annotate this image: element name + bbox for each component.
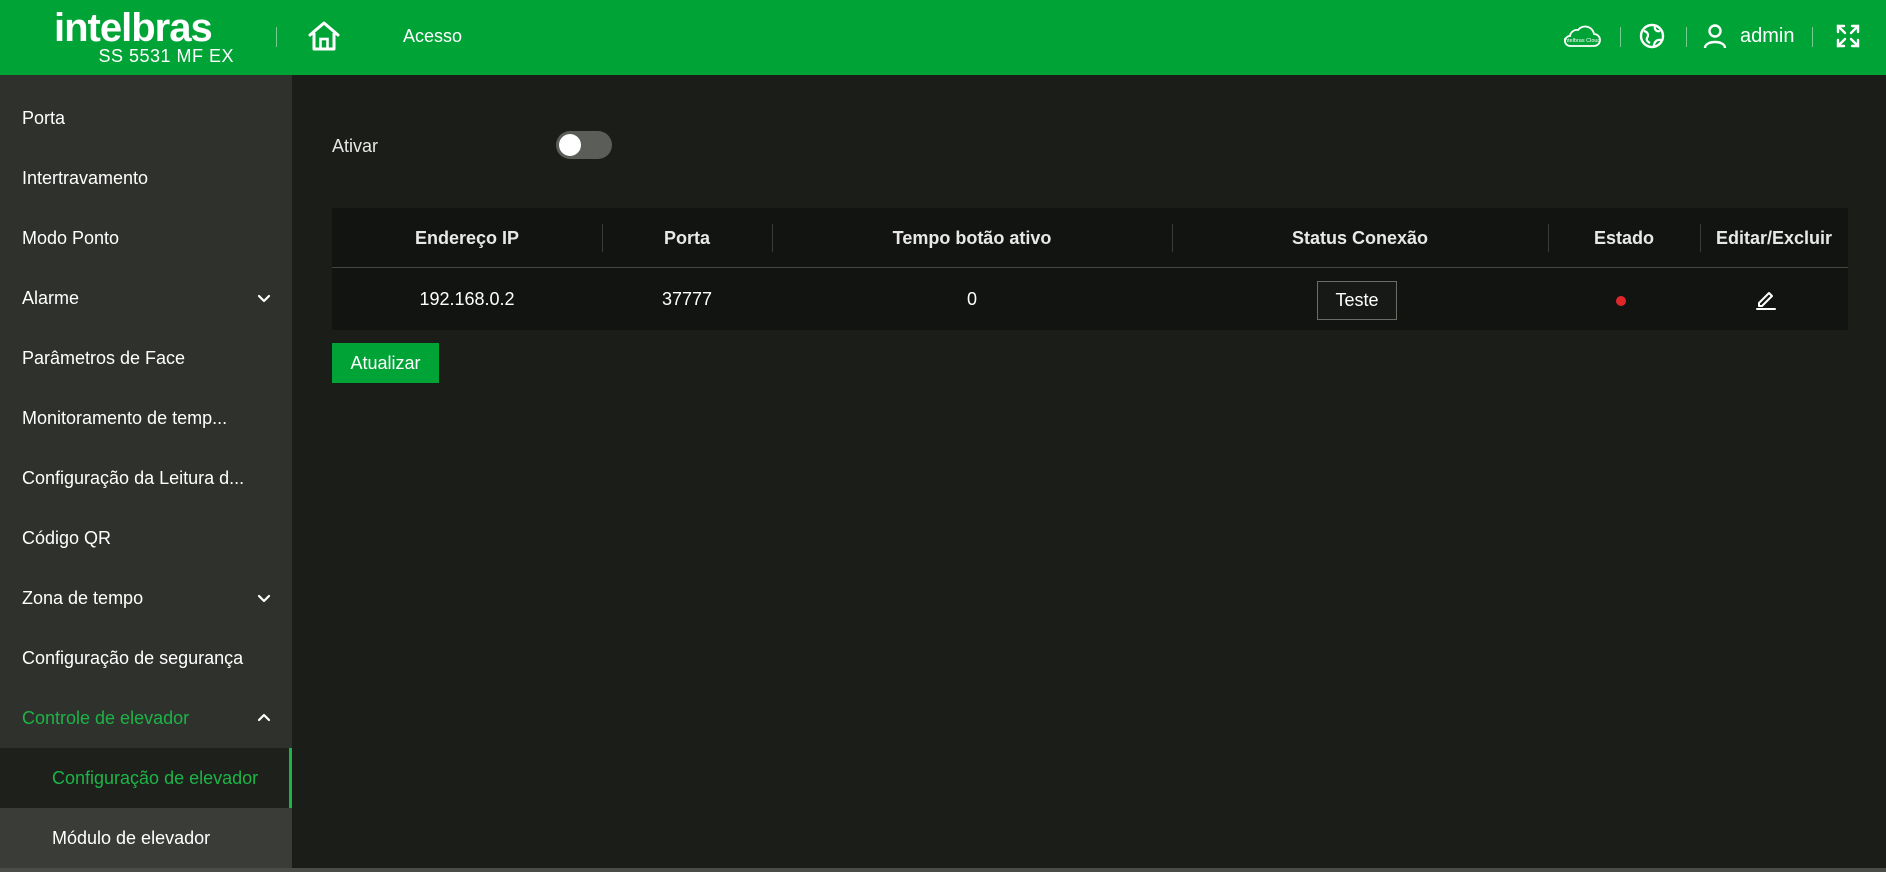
- sidebar-item-label: Configuração de segurança: [22, 648, 244, 668]
- top-header: intelbras SS 5531 MF EX Acesso Intelbras…: [0, 0, 1886, 75]
- column-header-estado: Estado: [1593, 228, 1654, 248]
- header-divider: [1686, 27, 1687, 47]
- teste-button[interactable]: Teste: [1317, 281, 1397, 320]
- column-header-editar-excluir: Editar/Excluir: [1715, 228, 1833, 248]
- sidebar-item-label: Parâmetros de Face: [22, 348, 186, 368]
- estado-status-dot: [1616, 296, 1626, 306]
- column-header-porta: Porta: [663, 228, 710, 248]
- atualizar-button[interactable]: Atualizar: [332, 343, 439, 383]
- edit-pencil-icon: [1756, 292, 1776, 310]
- sidebar-item-intertravamento[interactable]: Intertravamento: [0, 148, 292, 208]
- nav-acesso[interactable]: Acesso: [403, 24, 462, 48]
- header-divider: [276, 27, 277, 47]
- chevron-down-icon: [257, 594, 271, 603]
- sidebar: Porta Intertravamento Modo Ponto Alarme …: [0, 75, 292, 868]
- sidebar-item-label: Modo Ponto: [22, 228, 120, 248]
- bottom-scrollbar: [0, 868, 1886, 872]
- cloud-icon: Intelbras Cloud: [1564, 25, 1601, 47]
- sidebar-item-label: Intertravamento: [22, 168, 149, 188]
- sidebar-item-label: Porta: [22, 108, 66, 128]
- cell-tempo-botao-ativo: 0: [966, 289, 977, 309]
- table-header: Endereço IP Porta Tempo botão ativo Stat…: [332, 208, 1848, 268]
- user-icon: [1703, 24, 1727, 49]
- brand: intelbras SS 5531 MF EX: [54, 6, 234, 68]
- globe-icon: [1639, 23, 1665, 49]
- home-icon: [308, 21, 340, 51]
- sidebar-item-configuracao-de-seguranca[interactable]: Configuração de segurança: [0, 628, 292, 688]
- sidebar-item-label: Controle de elevador: [22, 708, 190, 728]
- sidebar-item-label: Configuração da Leitura d...: [22, 468, 245, 488]
- home-button[interactable]: [306, 18, 342, 54]
- sidebar-item-porta[interactable]: Porta: [0, 88, 292, 148]
- column-header-endereco-ip: Endereço IP: [414, 228, 520, 248]
- chevron-down-icon: [257, 294, 271, 303]
- fullscreen-button[interactable]: [1835, 23, 1861, 49]
- sidebar-item-monitoramento-de-temperatura[interactable]: Monitoramento de temp...: [0, 388, 292, 448]
- ativar-toggle[interactable]: [556, 131, 612, 159]
- header-divider: [1812, 27, 1813, 47]
- sidebar-item-zona-de-tempo[interactable]: Zona de tempo: [0, 568, 292, 628]
- sidebar-item-modo-ponto[interactable]: Modo Ponto: [0, 208, 292, 268]
- column-header-status-conexao: Status Conexão: [1291, 228, 1429, 248]
- sidebar-item-label: Zona de tempo: [22, 588, 144, 608]
- elevator-table: Endereço IP Porta Tempo botão ativo Stat…: [332, 208, 1848, 330]
- column-header-tempo-botao-ativo: Tempo botão ativo: [892, 228, 1052, 248]
- brand-logo: intelbras: [54, 6, 213, 50]
- sidebar-item-label: Alarme: [22, 288, 80, 308]
- chevron-up-icon: [257, 713, 271, 722]
- edit-button[interactable]: [1754, 287, 1778, 311]
- sidebar-subitem-label: Configuração de elevador: [52, 768, 259, 788]
- table-row: 192.168.0.2 37777 0 Teste: [332, 269, 1848, 330]
- sidebar-item-label: Monitoramento de temp...: [22, 408, 228, 428]
- sidebar-item-alarme[interactable]: Alarme: [0, 268, 292, 328]
- language-button[interactable]: [1638, 22, 1666, 50]
- sidebar-item-label: Código QR: [22, 528, 112, 548]
- sidebar-subitem-configuracao-de-elevador[interactable]: Configuração de elevador: [0, 748, 292, 808]
- username: admin: [1740, 25, 1795, 47]
- sidebar-subitem-modulo-de-elevador[interactable]: Módulo de elevador: [0, 808, 292, 868]
- header-divider: [1620, 27, 1621, 47]
- user-menu[interactable]: admin: [1702, 22, 1794, 50]
- sidebar-item-configuracao-da-leitura[interactable]: Configuração da Leitura d...: [0, 448, 292, 508]
- sidebar-item-codigo-qr[interactable]: Código QR: [0, 508, 292, 568]
- ativar-label: Ativar: [332, 136, 379, 156]
- cloud-button[interactable]: Intelbras Cloud: [1562, 22, 1602, 50]
- cell-porta: 37777: [661, 289, 713, 309]
- sidebar-subitem-label: Módulo de elevador: [52, 828, 211, 848]
- device-model: SS 5531 MF EX: [98, 46, 234, 66]
- toggle-knob: [559, 134, 581, 156]
- fullscreen-icon: [1836, 24, 1860, 48]
- cell-endereco-ip: 192.168.0.2: [419, 289, 515, 309]
- cloud-text: Intelbras Cloud: [1564, 38, 1601, 44]
- sidebar-item-parametros-de-face[interactable]: Parâmetros de Face: [0, 328, 292, 388]
- sidebar-item-controle-de-elevador[interactable]: Controle de elevador: [0, 688, 292, 748]
